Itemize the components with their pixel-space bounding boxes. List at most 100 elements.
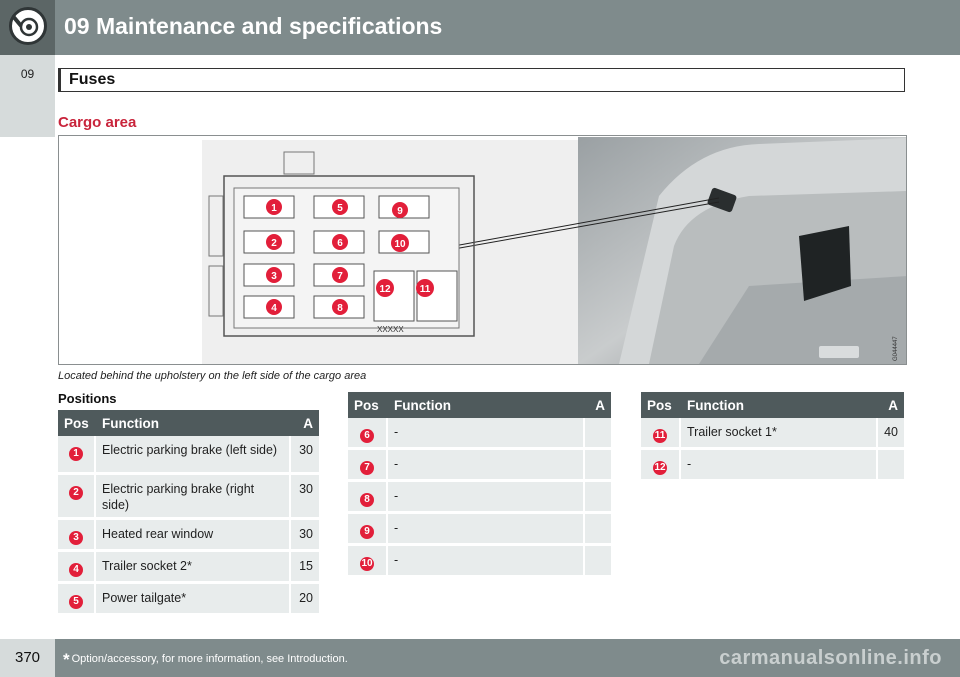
amp-cell xyxy=(583,482,611,514)
chapter-side-tab: 09 xyxy=(0,55,55,137)
amp-cell: 15 xyxy=(289,552,319,584)
fuse-marker-2-label: 2 xyxy=(271,238,277,249)
page-header: 09 Maintenance and specifications xyxy=(0,0,960,55)
fuse-marker-9-label: 9 xyxy=(397,206,403,217)
fuse-marker-5-label: 5 xyxy=(337,203,343,214)
table-row: 1 Electric parking brake (left side) 30 xyxy=(58,436,319,475)
subsection-heading: Cargo area xyxy=(58,114,137,131)
page-number-box: 370 xyxy=(0,639,55,677)
figure-caption: Located behind the upholstery on the lef… xyxy=(58,370,367,382)
pos-cell: 1 xyxy=(58,436,96,475)
header-function: Function xyxy=(681,392,876,418)
pos-badge: 1 xyxy=(69,447,83,461)
header-amp: A xyxy=(876,392,904,418)
fuse-marker-11-label: 11 xyxy=(420,284,431,295)
pos-badge: 7 xyxy=(360,461,374,475)
pos-cell: 4 xyxy=(58,552,96,584)
table-row: 11 Trailer socket 1* 40 xyxy=(641,418,904,450)
header-amp: A xyxy=(289,410,319,436)
amp-cell: 20 xyxy=(289,584,319,616)
page-footer: 370 * Option/accessory, for more informat… xyxy=(0,639,960,677)
function-cell: Trailer socket 2* xyxy=(96,552,289,584)
header-pos: Pos xyxy=(641,392,681,418)
fuse-marker-6-label: 6 xyxy=(337,238,343,249)
function-cell: Electric parking brake (left side) xyxy=(96,436,289,475)
footnote-text: Option/accessory, for more information, … xyxy=(71,653,348,665)
pos-cell: 9 xyxy=(348,514,388,546)
pos-badge: 6 xyxy=(360,429,374,443)
amp-cell xyxy=(583,546,611,578)
table-row: 6 - xyxy=(348,418,611,450)
table-row: 5 Power tailgate* 20 xyxy=(58,584,319,616)
fuse-table-1: Pos Function A 1 Electric parking brake … xyxy=(58,410,319,616)
function-cell: - xyxy=(388,450,583,482)
section-title: Fuses xyxy=(69,71,116,88)
table-header-row: Pos Function A xyxy=(348,392,611,418)
footnote: * Option/accessory, for more information,… xyxy=(63,650,348,670)
fuse-table-3: Pos Function A 11 Trailer socket 1* 40 1… xyxy=(641,392,904,482)
table-row: 2 Electric parking brake (right side) 30 xyxy=(58,475,319,520)
amp-cell: 30 xyxy=(289,436,319,475)
fuse-marker-3-label: 3 xyxy=(271,271,277,282)
fuse-marker-12-label: 12 xyxy=(379,284,391,295)
chapter-icon-box xyxy=(0,0,55,55)
chapter-title: 09 Maintenance and specifications xyxy=(64,13,443,39)
pos-cell: 2 xyxy=(58,475,96,520)
amp-cell: 30 xyxy=(289,475,319,520)
header-function: Function xyxy=(96,410,289,436)
amp-cell xyxy=(583,514,611,546)
fuse-box-illustration: XXXXX G044447 1 2 3 4 5 6 7 8 9 10 11 12 xyxy=(202,137,906,364)
table-row: 7 - xyxy=(348,450,611,482)
pos-cell: 7 xyxy=(348,450,388,482)
fuse-table-2: Pos Function A 6 - 7 - 8 - 9 - 10 - xyxy=(348,392,611,578)
pos-cell: 11 xyxy=(641,418,681,450)
pos-badge: 8 xyxy=(360,493,374,507)
section-title-bar: Fuses xyxy=(58,68,905,92)
pos-badge: 9 xyxy=(360,525,374,539)
function-cell: Heated rear window xyxy=(96,520,289,552)
pos-badge: 4 xyxy=(69,563,83,577)
header-pos: Pos xyxy=(348,392,388,418)
function-cell: - xyxy=(388,482,583,514)
table-header-row: Pos Function A xyxy=(58,410,319,436)
fuse-marker-8-label: 8 xyxy=(337,303,343,314)
pos-badge: 12 xyxy=(653,461,667,475)
table-row: 4 Trailer socket 2* 15 xyxy=(58,552,319,584)
positions-heading: Positions xyxy=(58,391,117,406)
header-function: Function xyxy=(388,392,583,418)
amp-cell: 40 xyxy=(876,418,904,450)
chapter-side-tab-label: 09 xyxy=(20,67,35,81)
fuse-marker-10-label: 10 xyxy=(394,239,406,250)
pos-cell: 12 xyxy=(641,450,681,482)
function-cell: - xyxy=(681,450,876,482)
header-amp: A xyxy=(583,392,611,418)
pos-badge: 10 xyxy=(360,557,374,571)
pos-badge: 2 xyxy=(69,486,83,500)
pos-badge: 3 xyxy=(69,531,83,545)
figure-code: G044447 xyxy=(893,336,899,361)
pos-cell: 3 xyxy=(58,520,96,552)
amp-cell xyxy=(876,450,904,482)
amp-cell xyxy=(583,418,611,450)
table-row: 12 - xyxy=(641,450,904,482)
amp-cell: 30 xyxy=(289,520,319,552)
function-cell: Power tailgate* xyxy=(96,584,289,616)
amp-cell xyxy=(583,450,611,482)
table-row: 8 - xyxy=(348,482,611,514)
pos-cell: 6 xyxy=(348,418,388,450)
fuse-box-figure: XXXXX G044447 1 2 3 4 5 6 7 8 9 10 11 12 xyxy=(58,135,907,365)
function-cell: - xyxy=(388,418,583,450)
function-cell: - xyxy=(388,514,583,546)
table-row: 3 Heated rear window 30 xyxy=(58,520,319,552)
function-cell: Electric parking brake (right side) xyxy=(96,475,289,520)
wrench-gear-icon xyxy=(9,7,47,45)
pos-cell: 10 xyxy=(348,546,388,578)
header-pos: Pos xyxy=(58,410,96,436)
pos-cell: 5 xyxy=(58,584,96,616)
fuse-box-label: XXXXX xyxy=(377,325,404,334)
pos-badge: 11 xyxy=(653,429,667,443)
page-number: 370 xyxy=(14,649,41,666)
function-cell: Trailer socket 1* xyxy=(681,418,876,450)
table-row: 9 - xyxy=(348,514,611,546)
footnote-star: * xyxy=(63,650,70,669)
